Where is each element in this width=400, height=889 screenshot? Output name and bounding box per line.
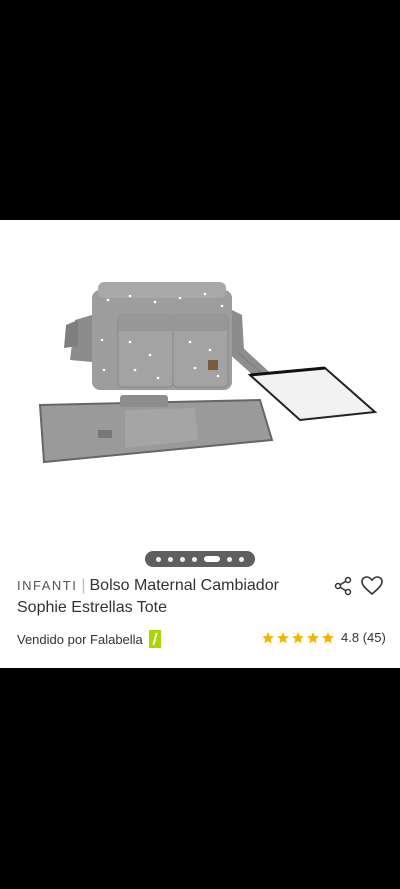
brand-separator: |: [81, 577, 86, 594]
carousel-dot[interactable]: [204, 556, 220, 562]
seller-name[interactable]: Falabella: [90, 632, 143, 647]
carousel-indicator[interactable]: [145, 551, 255, 567]
carousel-dot[interactable]: [239, 556, 244, 562]
carousel-dot[interactable]: [227, 556, 232, 562]
product-card: INFANTI | Bolso Maternal Cambiador Sophie …: [0, 220, 400, 668]
rating-stars: [261, 631, 335, 645]
product-title-block: INFANTI | Bolso Maternal Cambiador Sophie …: [17, 575, 332, 619]
carousel-dot[interactable]: [168, 556, 173, 562]
product-image[interactable]: [30, 280, 380, 470]
seller-info: Vendido por Falabella: [17, 630, 161, 648]
heart-icon[interactable]: [361, 576, 383, 596]
carousel-dot[interactable]: [156, 556, 161, 562]
falabella-badge-icon: [148, 630, 161, 648]
star-icon: [322, 631, 334, 643]
star-icon: [307, 631, 319, 643]
share-icon[interactable]: [333, 576, 353, 596]
carousel-dot[interactable]: [180, 556, 185, 562]
seller-prefix: Vendido por: [17, 631, 87, 647]
carousel-dot[interactable]: [192, 556, 197, 562]
rating-count: (45): [362, 630, 386, 645]
star-icon: [262, 631, 274, 643]
brand-name[interactable]: INFANTI: [17, 578, 77, 593]
bottom-black-area: [0, 668, 400, 889]
top-black-area: [0, 0, 400, 220]
rating[interactable]: 4.8 (45): [261, 630, 386, 645]
rating-value: 4.8: [341, 630, 360, 645]
star-icon: [277, 631, 289, 643]
star-icon: [292, 631, 304, 643]
